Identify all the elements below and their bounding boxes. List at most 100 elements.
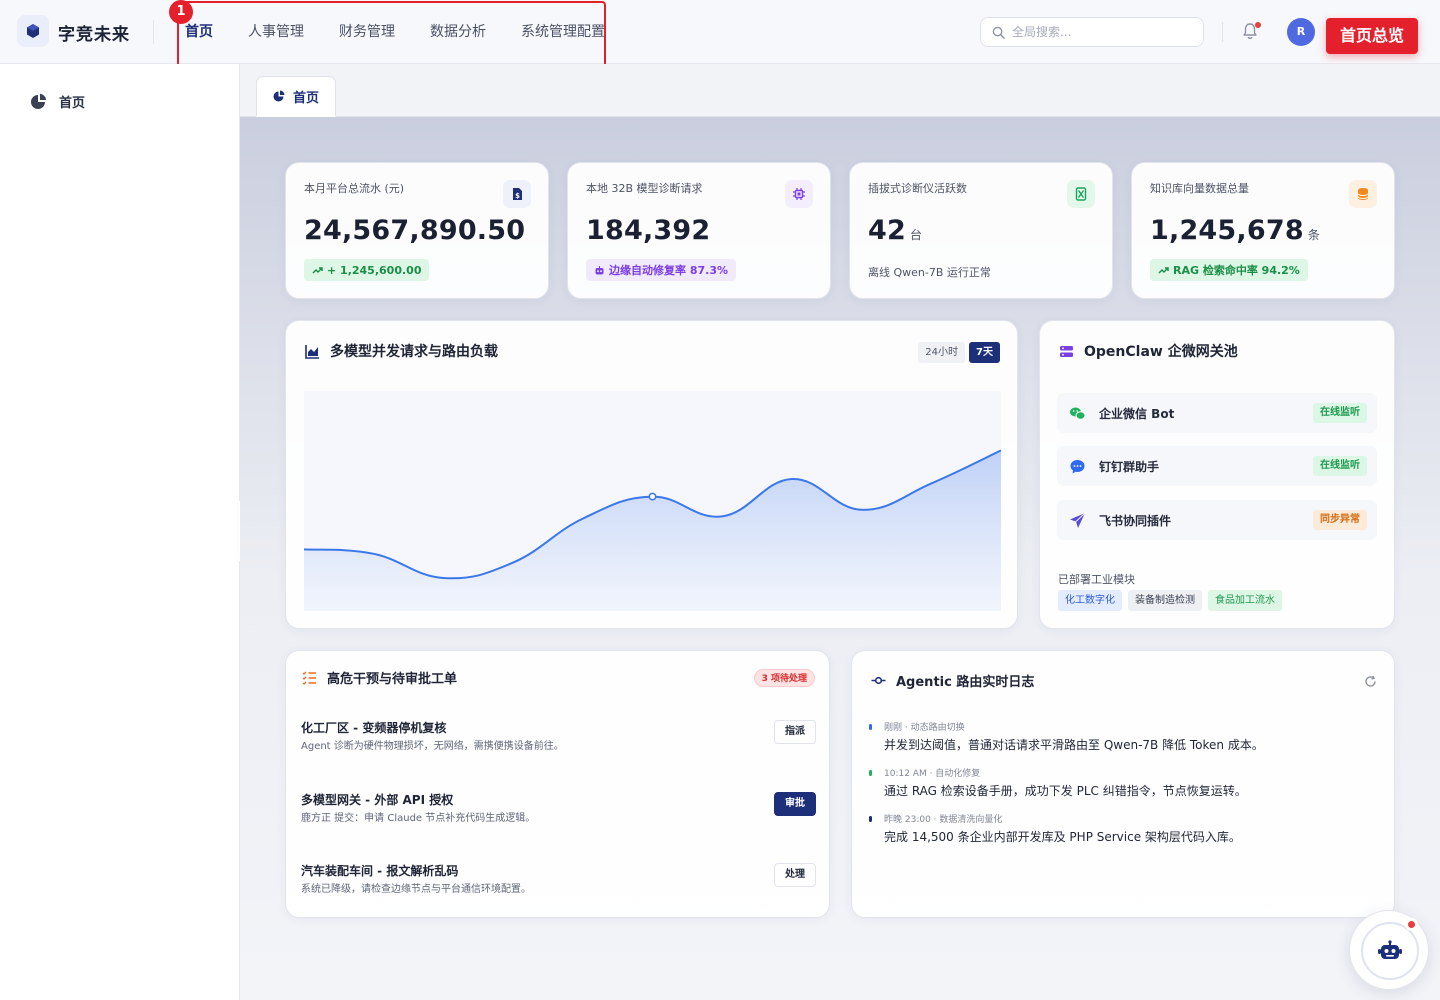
trend-up-icon bbox=[1158, 266, 1169, 274]
data-point[interactable] bbox=[440, 575, 446, 581]
approve-button[interactable]: 审批 bbox=[774, 792, 816, 816]
sidebar-item-home[interactable]: 首页 bbox=[30, 91, 85, 111]
stat-value: 1,245,678 条 bbox=[1150, 215, 1320, 246]
stat-value-number: 1,245,678 bbox=[1150, 215, 1304, 246]
gateway-item-wecom[interactable]: 企业微信 Bot 在线监听 bbox=[1057, 393, 1377, 433]
task-title: 化工厂区 - 变频器停机复核 bbox=[301, 721, 447, 735]
stat-badge-text: 边缘自动修复率 87.3% bbox=[609, 264, 728, 277]
data-point[interactable] bbox=[510, 560, 516, 566]
robot-icon bbox=[595, 265, 604, 274]
gateway-name: 钉钉群助手 bbox=[1099, 459, 1160, 474]
gateway-name: 飞书协同插件 bbox=[1099, 513, 1172, 528]
stat-badge-text: + 1,245,600.00 bbox=[327, 263, 422, 277]
commit-node-icon bbox=[871, 676, 886, 685]
log-meta: 10:12 AM · 自动化修复 bbox=[884, 769, 981, 779]
routing-log-card: Agentic 路由实时日志 刚刚 · 动态路由切换 并发到达阈值，普通对话请求… bbox=[851, 650, 1395, 918]
stat-badge: RAG 检索命中率 94.2% bbox=[1150, 259, 1308, 281]
wechat-icon bbox=[1070, 407, 1086, 420]
ai-assistant-button[interactable] bbox=[1349, 910, 1429, 990]
gateway-status-badge: 在线监听 bbox=[1313, 456, 1367, 476]
data-point[interactable] bbox=[371, 551, 377, 557]
load-area-chart bbox=[304, 391, 1001, 611]
range-24h-button[interactable]: 24小时 bbox=[918, 342, 966, 363]
pie-chart-icon bbox=[273, 90, 285, 102]
stat-card-vector-data: 知识库向量数据总量 1,245,678 条 RAG 检索命中率 94.2% bbox=[1131, 162, 1395, 299]
log-card-title: Agentic 路由实时日志 bbox=[871, 671, 1034, 690]
task-item: 化工厂区 - 变频器停机复核 Agent 诊断为硬件物理损坏，无网络，需携便携设… bbox=[301, 719, 816, 759]
module-tag[interactable]: 食品加工流水 bbox=[1208, 590, 1282, 611]
gateway-item-dingtalk[interactable]: 钉钉群助手 在线监听 bbox=[1057, 446, 1377, 486]
gateway-item-feishu[interactable]: 飞书协同插件 同步异常 bbox=[1057, 500, 1377, 540]
pie-chart-icon bbox=[31, 93, 47, 109]
stat-icon-box bbox=[1349, 180, 1377, 208]
brand-logo[interactable] bbox=[17, 15, 49, 47]
data-point[interactable] bbox=[580, 516, 586, 522]
data-point[interactable] bbox=[859, 507, 865, 513]
hourglass-icon bbox=[1075, 187, 1087, 201]
stat-title: 本地 32B 模型诊断请求 bbox=[586, 182, 703, 195]
user-avatar[interactable]: R bbox=[1287, 18, 1315, 46]
sidebar-item-label: 首页 bbox=[59, 95, 86, 111]
pending-count-badge: 3 项待处理 bbox=[753, 669, 815, 687]
log-meta: 昨晚 23:00 · 数据清洗向量化 bbox=[884, 815, 1003, 825]
gateway-card-title: OpenClaw 企微网关池 bbox=[1059, 341, 1238, 361]
gateway-name: 企业微信 Bot bbox=[1099, 406, 1175, 421]
data-point[interactable] bbox=[789, 476, 795, 482]
robot-icon bbox=[1378, 940, 1402, 959]
task-desc: 系统已降级，请检查边缘节点与平台通信环境配置。 bbox=[301, 884, 531, 895]
sidebar: 首页 bbox=[0, 64, 240, 1000]
nav-divider bbox=[153, 20, 154, 44]
handle-button[interactable]: 处理 bbox=[774, 863, 816, 887]
stat-value-number: 184,392 bbox=[586, 215, 711, 246]
stat-badge: 边缘自动修复率 87.3% bbox=[586, 259, 736, 281]
search-icon bbox=[992, 26, 1005, 39]
highlighted-data-point[interactable] bbox=[648, 492, 657, 501]
chart-card-routing-load: 多模型并发请求与路由负载 24小时 7天 bbox=[285, 320, 1018, 629]
stat-badge: + 1,245,600.00 bbox=[304, 259, 430, 281]
module-tags: 化工数字化 装备制造检测 食品加工流水 bbox=[1058, 590, 1282, 611]
modules-label: 已部署工业模块 bbox=[1058, 573, 1135, 586]
task-item: 多模型网关 - 外部 API 授权 鹿方正 提交：申请 Claude 节点补充代… bbox=[301, 791, 816, 831]
notification-dot bbox=[1255, 22, 1261, 28]
task-desc: Agent 诊断为硬件物理损坏，无网络，需携便携设备前往。 bbox=[301, 741, 564, 752]
gateway-pool-card: OpenClaw 企微网关池 企业微信 Bot 在线监听 钉钉群助手 在线监听 … bbox=[1039, 320, 1395, 629]
stat-value-number: 42 bbox=[868, 215, 906, 246]
svg-text:$: $ bbox=[515, 192, 520, 200]
log-text: 并发到达阈值，普通对话请求平滑路由至 Qwen-7B 降低 Token 成本。 bbox=[884, 738, 1264, 752]
log-text: 通过 RAG 检索设备手册，成功下发 PLC 纠错指令，节点恢复运转。 bbox=[884, 784, 1247, 798]
paper-plane-icon bbox=[1070, 512, 1086, 528]
data-point[interactable] bbox=[928, 480, 934, 486]
data-point[interactable] bbox=[719, 513, 725, 519]
header-divider bbox=[1222, 22, 1223, 42]
chart-title-text: 多模型并发请求与路由负载 bbox=[330, 344, 498, 360]
stat-icon-box bbox=[1067, 180, 1095, 208]
range-7d-button[interactable]: 7天 bbox=[969, 342, 1000, 363]
invoice-dollar-icon: $ bbox=[513, 188, 522, 200]
module-tag[interactable]: 化工数字化 bbox=[1058, 590, 1122, 611]
highlight-step-badge: 1 bbox=[169, 0, 193, 24]
stat-value: 42 台 bbox=[868, 215, 922, 246]
stat-value: 184,392 bbox=[586, 215, 710, 246]
tab-label: 首页 bbox=[292, 90, 319, 106]
assign-button[interactable]: 指派 bbox=[774, 720, 816, 744]
tab-home[interactable]: 首页 bbox=[256, 76, 336, 117]
module-tag[interactable]: 装备制造检测 bbox=[1128, 590, 1202, 611]
log-dot bbox=[869, 724, 872, 730]
gateway-status-badge: 在线监听 bbox=[1313, 403, 1367, 423]
search-input[interactable] bbox=[1012, 18, 1197, 46]
global-search[interactable] bbox=[980, 17, 1204, 47]
gateway-title-text: OpenClaw 企微网关池 bbox=[1084, 344, 1238, 360]
task-title: 多模型网关 - 外部 API 授权 bbox=[301, 793, 454, 807]
list-check-icon bbox=[302, 671, 316, 685]
gateway-status-badge: 同步异常 bbox=[1313, 510, 1367, 530]
stat-title: 知识库向量数据总量 bbox=[1150, 182, 1249, 195]
area-chart-icon bbox=[305, 344, 319, 359]
task-item: 汽车装配车间 - 报文解析乱码 系统已降级，请检查边缘节点与平台通信环境配置。 … bbox=[301, 862, 816, 902]
assistant-notification-dot bbox=[1405, 918, 1418, 931]
stat-unit: 台 bbox=[909, 228, 923, 242]
brand-name: 字竞未来 bbox=[58, 25, 130, 45]
stat-title: 插拔式诊断仪活跃数 bbox=[868, 182, 967, 195]
refresh-icon[interactable] bbox=[1364, 675, 1377, 688]
stat-title: 本月平台总流水 (元) bbox=[304, 182, 405, 195]
stat-icon-box bbox=[785, 180, 813, 208]
